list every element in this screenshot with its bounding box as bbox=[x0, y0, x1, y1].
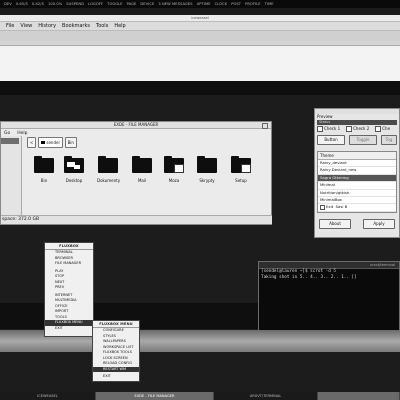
menu-bookmarks[interactable]: Bookmarks bbox=[62, 23, 90, 29]
taskbar-item-file-manager[interactable]: EXDE - FILE MANAGER bbox=[96, 392, 214, 400]
folder-desktop[interactable]: Desktop bbox=[63, 156, 85, 186]
folder-icon bbox=[98, 156, 118, 173]
browser-content[interactable] bbox=[0, 45, 400, 82]
menu-history[interactable]: History bbox=[38, 23, 56, 29]
theme-preview-window: Preview Status Check 1 Check 2 Che Butto… bbox=[314, 108, 400, 238]
taskbar-item-empty[interactable] bbox=[318, 392, 400, 400]
theme-footer: About Apply bbox=[315, 213, 399, 229]
folder-moza[interactable]: Moza bbox=[163, 156, 185, 186]
checkbox-icon bbox=[317, 126, 323, 132]
check-row: Check 1 Check 2 Che bbox=[315, 125, 399, 133]
folder-icon bbox=[34, 156, 54, 173]
close-icon[interactable] bbox=[262, 123, 268, 129]
folder-desktop-icon bbox=[64, 156, 84, 173]
taskbar-item-browser[interactable]: ICEWEASEL bbox=[0, 392, 96, 400]
menu-go[interactable]: Go bbox=[4, 131, 10, 136]
sidebar[interactable] bbox=[1, 136, 22, 218]
folder-icon bbox=[197, 156, 217, 173]
checkbox-icon[interactable] bbox=[320, 204, 325, 210]
menu-tools[interactable]: Tools bbox=[96, 23, 108, 29]
fluxbox-submenu: FLUXBOX MENU CONFIGURE STYLES WALLPAPERS… bbox=[92, 320, 140, 382]
fluxbox-menu: FLUXBOX TERMINAL BROWSER FILE MANAGER PL… bbox=[44, 242, 94, 337]
folder-dokumenty[interactable]: Dokumenty bbox=[97, 156, 120, 186]
check-2[interactable]: Check 2 bbox=[346, 126, 369, 132]
status-bar: space: 372.0 GB bbox=[1, 215, 272, 224]
topbar-item[interactable]: TOGGLE bbox=[107, 2, 122, 6]
menu-help[interactable]: Help bbox=[114, 23, 125, 29]
toggle-button-2[interactable]: Tog bbox=[381, 135, 397, 145]
path-button-bin[interactable]: Bin bbox=[64, 137, 77, 148]
taskbar-item-terminal[interactable]: URXVT/TERMINAL bbox=[214, 392, 318, 400]
checkbox-icon bbox=[375, 126, 382, 132]
topbar-item: UPTIME bbox=[196, 2, 211, 6]
topbar-item: DEVICE bbox=[140, 2, 155, 6]
folder-link-icon bbox=[231, 156, 251, 173]
browser-toolbar bbox=[0, 30, 400, 41]
theme-list-item[interactable]: MinimalBox bbox=[318, 197, 396, 205]
back-button[interactable]: < bbox=[27, 137, 37, 148]
preview-buttons: Button Toggle Tog bbox=[315, 133, 399, 147]
topbar-item: PAGE bbox=[126, 2, 137, 6]
desktop-band bbox=[0, 81, 400, 95]
path-bar: < sendel Bin bbox=[27, 137, 77, 148]
folder-setup[interactable]: Setup bbox=[230, 156, 252, 186]
about-button[interactable]: About bbox=[319, 218, 351, 229]
terminal-title: urxvt/terminal bbox=[259, 262, 399, 269]
topbar-item[interactable]: 3 NEW MESSAGES bbox=[158, 2, 192, 6]
theme-list: Theme Rainy_deviant Rainy Deviant_new Sa… bbox=[317, 151, 397, 213]
file-manager-menubar: Go Help bbox=[1, 129, 271, 137]
taskbar: ICEWEASEL EXDE - FILE MANAGER URXVT/TERM… bbox=[0, 392, 400, 400]
check-1[interactable]: Check 1 bbox=[317, 126, 340, 132]
topbar-item: CLOCK bbox=[214, 2, 228, 6]
folder-skrypty[interactable]: Skrypty bbox=[196, 156, 218, 186]
menu-help[interactable]: Help bbox=[17, 131, 27, 136]
browser-window: iceweasel File View History Bookmarks To… bbox=[0, 15, 400, 82]
browser-menubar: File View History Bookmarks Tools Help bbox=[0, 22, 400, 30]
topbar-item[interactable]: SUSPEND bbox=[66, 2, 84, 6]
folder-icon bbox=[132, 156, 152, 173]
toggle-button[interactable]: Toggle bbox=[349, 135, 378, 145]
home-icon bbox=[41, 141, 46, 144]
theme-list-item[interactable]: Rainy_deviant bbox=[318, 160, 396, 168]
apply-button[interactable]: Apply bbox=[363, 218, 395, 229]
topbar-item: POST bbox=[231, 2, 242, 6]
menu-item-exit[interactable]: EXIT bbox=[45, 326, 93, 332]
theme-list-item[interactable]: Minimal bbox=[318, 182, 396, 190]
file-manager-window: EXDE - FILE MANAGER Go Help < sendel Bin… bbox=[0, 121, 272, 225]
topbar-item: PROFILE bbox=[245, 2, 261, 6]
folder-bin[interactable]: Bin bbox=[33, 156, 55, 186]
menu-title: FLUXBOX bbox=[45, 243, 93, 250]
folder-link-icon bbox=[164, 156, 184, 173]
path-button-home[interactable]: sendel bbox=[38, 137, 63, 148]
folder-mail[interactable]: Mail bbox=[131, 156, 153, 186]
terminal-line: Taking shot in 5.. 4.. 3.. 2.. 1.. [] bbox=[261, 275, 357, 280]
file-manager-title: EXDE - FILE MANAGER bbox=[1, 122, 271, 129]
topbar-item: 0.65/S bbox=[15, 2, 28, 6]
theme-list-item[interactable]: Rainy Deviant_new bbox=[318, 167, 396, 175]
menu-file[interactable]: File bbox=[6, 23, 14, 29]
theme-list-header[interactable]: Theme bbox=[318, 152, 396, 160]
sidebar-selected-item[interactable] bbox=[1, 138, 19, 144]
menu-item-exit[interactable]: EXIT bbox=[93, 374, 139, 380]
browser-title: iceweasel bbox=[0, 15, 400, 22]
theme-list-item[interactable]: Nutrition/gtkish bbox=[318, 190, 396, 197]
check-3[interactable]: Che bbox=[375, 126, 390, 132]
topbar-item: 0.42/S bbox=[31, 2, 44, 6]
terminal-window[interactable]: urxvt/terminal [sendel@lauren ~]$ scrot … bbox=[258, 261, 400, 331]
submenu-title: FLUXBOX MENU bbox=[93, 321, 139, 328]
preview-button[interactable]: Button bbox=[317, 135, 346, 145]
topbar-item[interactable]: LOGOFF bbox=[88, 2, 103, 6]
topbar-item: TIME bbox=[264, 2, 274, 6]
top-status-bar: DEV 0.65/S 0.42/S 100.0% SUSPEND LOGOFF … bbox=[0, 0, 400, 8]
theme-list-item[interactable]: Exit Sasi B bbox=[318, 204, 396, 212]
theme-list-item-selected[interactable]: Sagra Gtkmmg bbox=[318, 174, 396, 183]
checkbox-icon bbox=[346, 126, 353, 132]
topbar-item: 100.0% bbox=[47, 2, 63, 6]
menu-view[interactable]: View bbox=[20, 23, 32, 29]
topbar-item: DEV bbox=[4, 2, 12, 6]
